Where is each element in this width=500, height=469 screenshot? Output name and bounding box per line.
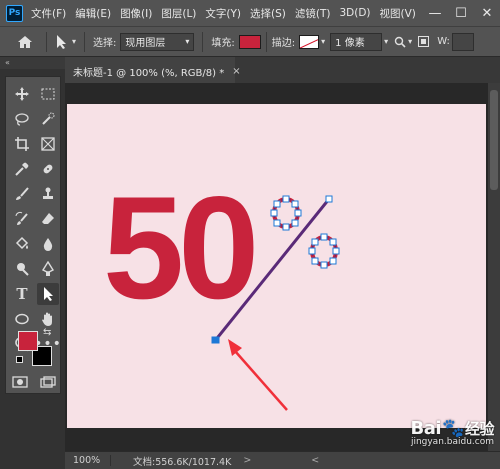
quick-mask-icon[interactable] bbox=[12, 376, 28, 388]
select-dropdown[interactable]: 现用图层 ▾ bbox=[120, 32, 195, 51]
document-size: 文档:556.6K/1017.4K bbox=[133, 456, 232, 468]
paw-icon: 🐾 bbox=[442, 418, 464, 439]
stroke-label: 描边: bbox=[271, 38, 296, 49]
brush-tool-icon[interactable] bbox=[11, 183, 33, 205]
menu-bar: Ps 文件(F) 编辑(E) 图像(I) 图层(L) 文字(Y) 选择(S) 滤… bbox=[0, 0, 500, 26]
photoshop-logo-icon: Ps bbox=[6, 4, 23, 22]
menu-file[interactable]: 文件(F) bbox=[31, 6, 66, 21]
document-tab-title: 未标题-1 @ 100% (%, RGB/8) * bbox=[73, 67, 225, 79]
stroke-width-field[interactable]: 1 像素 bbox=[330, 32, 383, 51]
width-label: W: bbox=[437, 36, 450, 47]
eyedropper-tool-icon[interactable] bbox=[11, 158, 33, 180]
scroll-left-arrow-icon[interactable]: < bbox=[311, 455, 319, 466]
zoom-level[interactable]: 100% bbox=[65, 455, 111, 466]
direct-selection-tool-icon[interactable] bbox=[37, 283, 59, 305]
ellipse-tool-icon[interactable] bbox=[11, 308, 33, 330]
document-tab[interactable]: 未标题-1 @ 100% (%, RGB/8) * × bbox=[65, 57, 241, 83]
path-selection-tool-icon[interactable]: ▾ bbox=[55, 34, 76, 50]
paint-bucket-tool-icon[interactable] bbox=[11, 233, 33, 255]
document-tab-bar: 未标题-1 @ 100% (%, RGB/8) * × bbox=[65, 57, 500, 83]
select-label: 选择: bbox=[93, 38, 117, 49]
foreground-color-swatch[interactable] bbox=[18, 331, 38, 351]
home-icon[interactable] bbox=[16, 35, 34, 49]
lasso-tool-icon[interactable] bbox=[11, 108, 33, 130]
window-controls: — ☐ ✕ bbox=[422, 0, 500, 26]
search-icon[interactable] bbox=[394, 36, 406, 48]
scrollbar-thumb[interactable] bbox=[490, 90, 498, 190]
history-brush-tool-icon[interactable] bbox=[11, 208, 33, 230]
panel-collapse-bar[interactable]: « bbox=[0, 57, 65, 69]
move-tool-icon[interactable] bbox=[11, 83, 33, 105]
menu-edit[interactable]: 编辑(E) bbox=[75, 6, 111, 21]
status-bar: 100% 文档:556.6K/1017.4K > < bbox=[65, 451, 500, 469]
align-edges-icon[interactable] bbox=[418, 36, 430, 47]
marquee-tool-icon[interactable] bbox=[37, 83, 59, 105]
type-tool-icon[interactable]: T bbox=[11, 283, 33, 305]
clone-stamp-tool-icon[interactable] bbox=[37, 183, 59, 205]
screen-mode-icon[interactable] bbox=[40, 376, 56, 388]
width-field[interactable] bbox=[451, 32, 474, 51]
document-canvas[interactable]: 50 bbox=[67, 104, 486, 428]
maximize-button[interactable]: ☐ bbox=[448, 0, 474, 26]
chevron-down-icon: ▾ bbox=[185, 37, 190, 46]
status-menu-arrow-icon[interactable]: > bbox=[243, 455, 251, 466]
menu-type[interactable]: 文字(Y) bbox=[205, 6, 241, 21]
baidu-jingyan-watermark: Bai🐾经验 jingyan.baidu.com bbox=[410, 418, 495, 447]
crop-tool-icon[interactable] bbox=[11, 133, 33, 155]
menu-view[interactable]: 视图(V) bbox=[380, 6, 416, 21]
minimize-button[interactable]: — bbox=[422, 0, 448, 26]
menu-3d[interactable]: 3D(D) bbox=[339, 7, 370, 19]
quick-selection-tool-icon[interactable] bbox=[37, 108, 59, 130]
select-value: 现用图层 bbox=[125, 38, 166, 49]
default-colors-icon[interactable] bbox=[16, 356, 23, 363]
chevron-down-icon[interactable]: ▾ bbox=[321, 37, 325, 46]
stroke-width-stepper[interactable]: ▾ bbox=[384, 37, 388, 46]
baidu-logo: Bai🐾经验 bbox=[410, 418, 495, 439]
stroke-width-value: 1 像素 bbox=[335, 38, 365, 49]
swap-colors-icon[interactable]: ⇆ bbox=[43, 327, 51, 338]
close-tab-icon[interactable]: × bbox=[232, 66, 240, 77]
menu-select[interactable]: 选择(S) bbox=[250, 6, 286, 21]
menu-filter[interactable]: 滤镜(T) bbox=[295, 6, 331, 21]
healing-brush-tool-icon[interactable] bbox=[37, 158, 59, 180]
blur-tool-icon[interactable] bbox=[37, 233, 59, 255]
pen-tool-icon[interactable] bbox=[37, 258, 59, 280]
chevron-down-icon[interactable]: ▾ bbox=[408, 37, 412, 46]
fill-color-swatch[interactable] bbox=[238, 34, 261, 49]
percent-sign-path-overlay bbox=[211, 195, 340, 411]
chevron-down-icon[interactable]: ▾ bbox=[72, 37, 76, 46]
eraser-tool-icon[interactable] bbox=[37, 208, 59, 230]
dodge-tool-icon[interactable] bbox=[11, 258, 33, 280]
menu-layer[interactable]: 图层(L) bbox=[161, 6, 196, 21]
watermark-url: jingyan.baidu.com bbox=[410, 437, 494, 447]
watermark-logo-right: 经验 bbox=[464, 420, 495, 438]
options-bar: ▾ 选择: 现用图层 ▾ 填充: 描边: ▾ 1 像素 ▾ ▾ W: bbox=[0, 26, 500, 57]
menu-image[interactable]: 图像(I) bbox=[120, 6, 152, 21]
fill-label: 填充: bbox=[211, 38, 235, 49]
watermark-logo-left: Bai bbox=[410, 418, 442, 439]
close-button[interactable]: ✕ bbox=[474, 0, 500, 26]
frame-tool-icon[interactable] bbox=[37, 133, 59, 155]
stroke-color-swatch[interactable] bbox=[299, 34, 320, 49]
